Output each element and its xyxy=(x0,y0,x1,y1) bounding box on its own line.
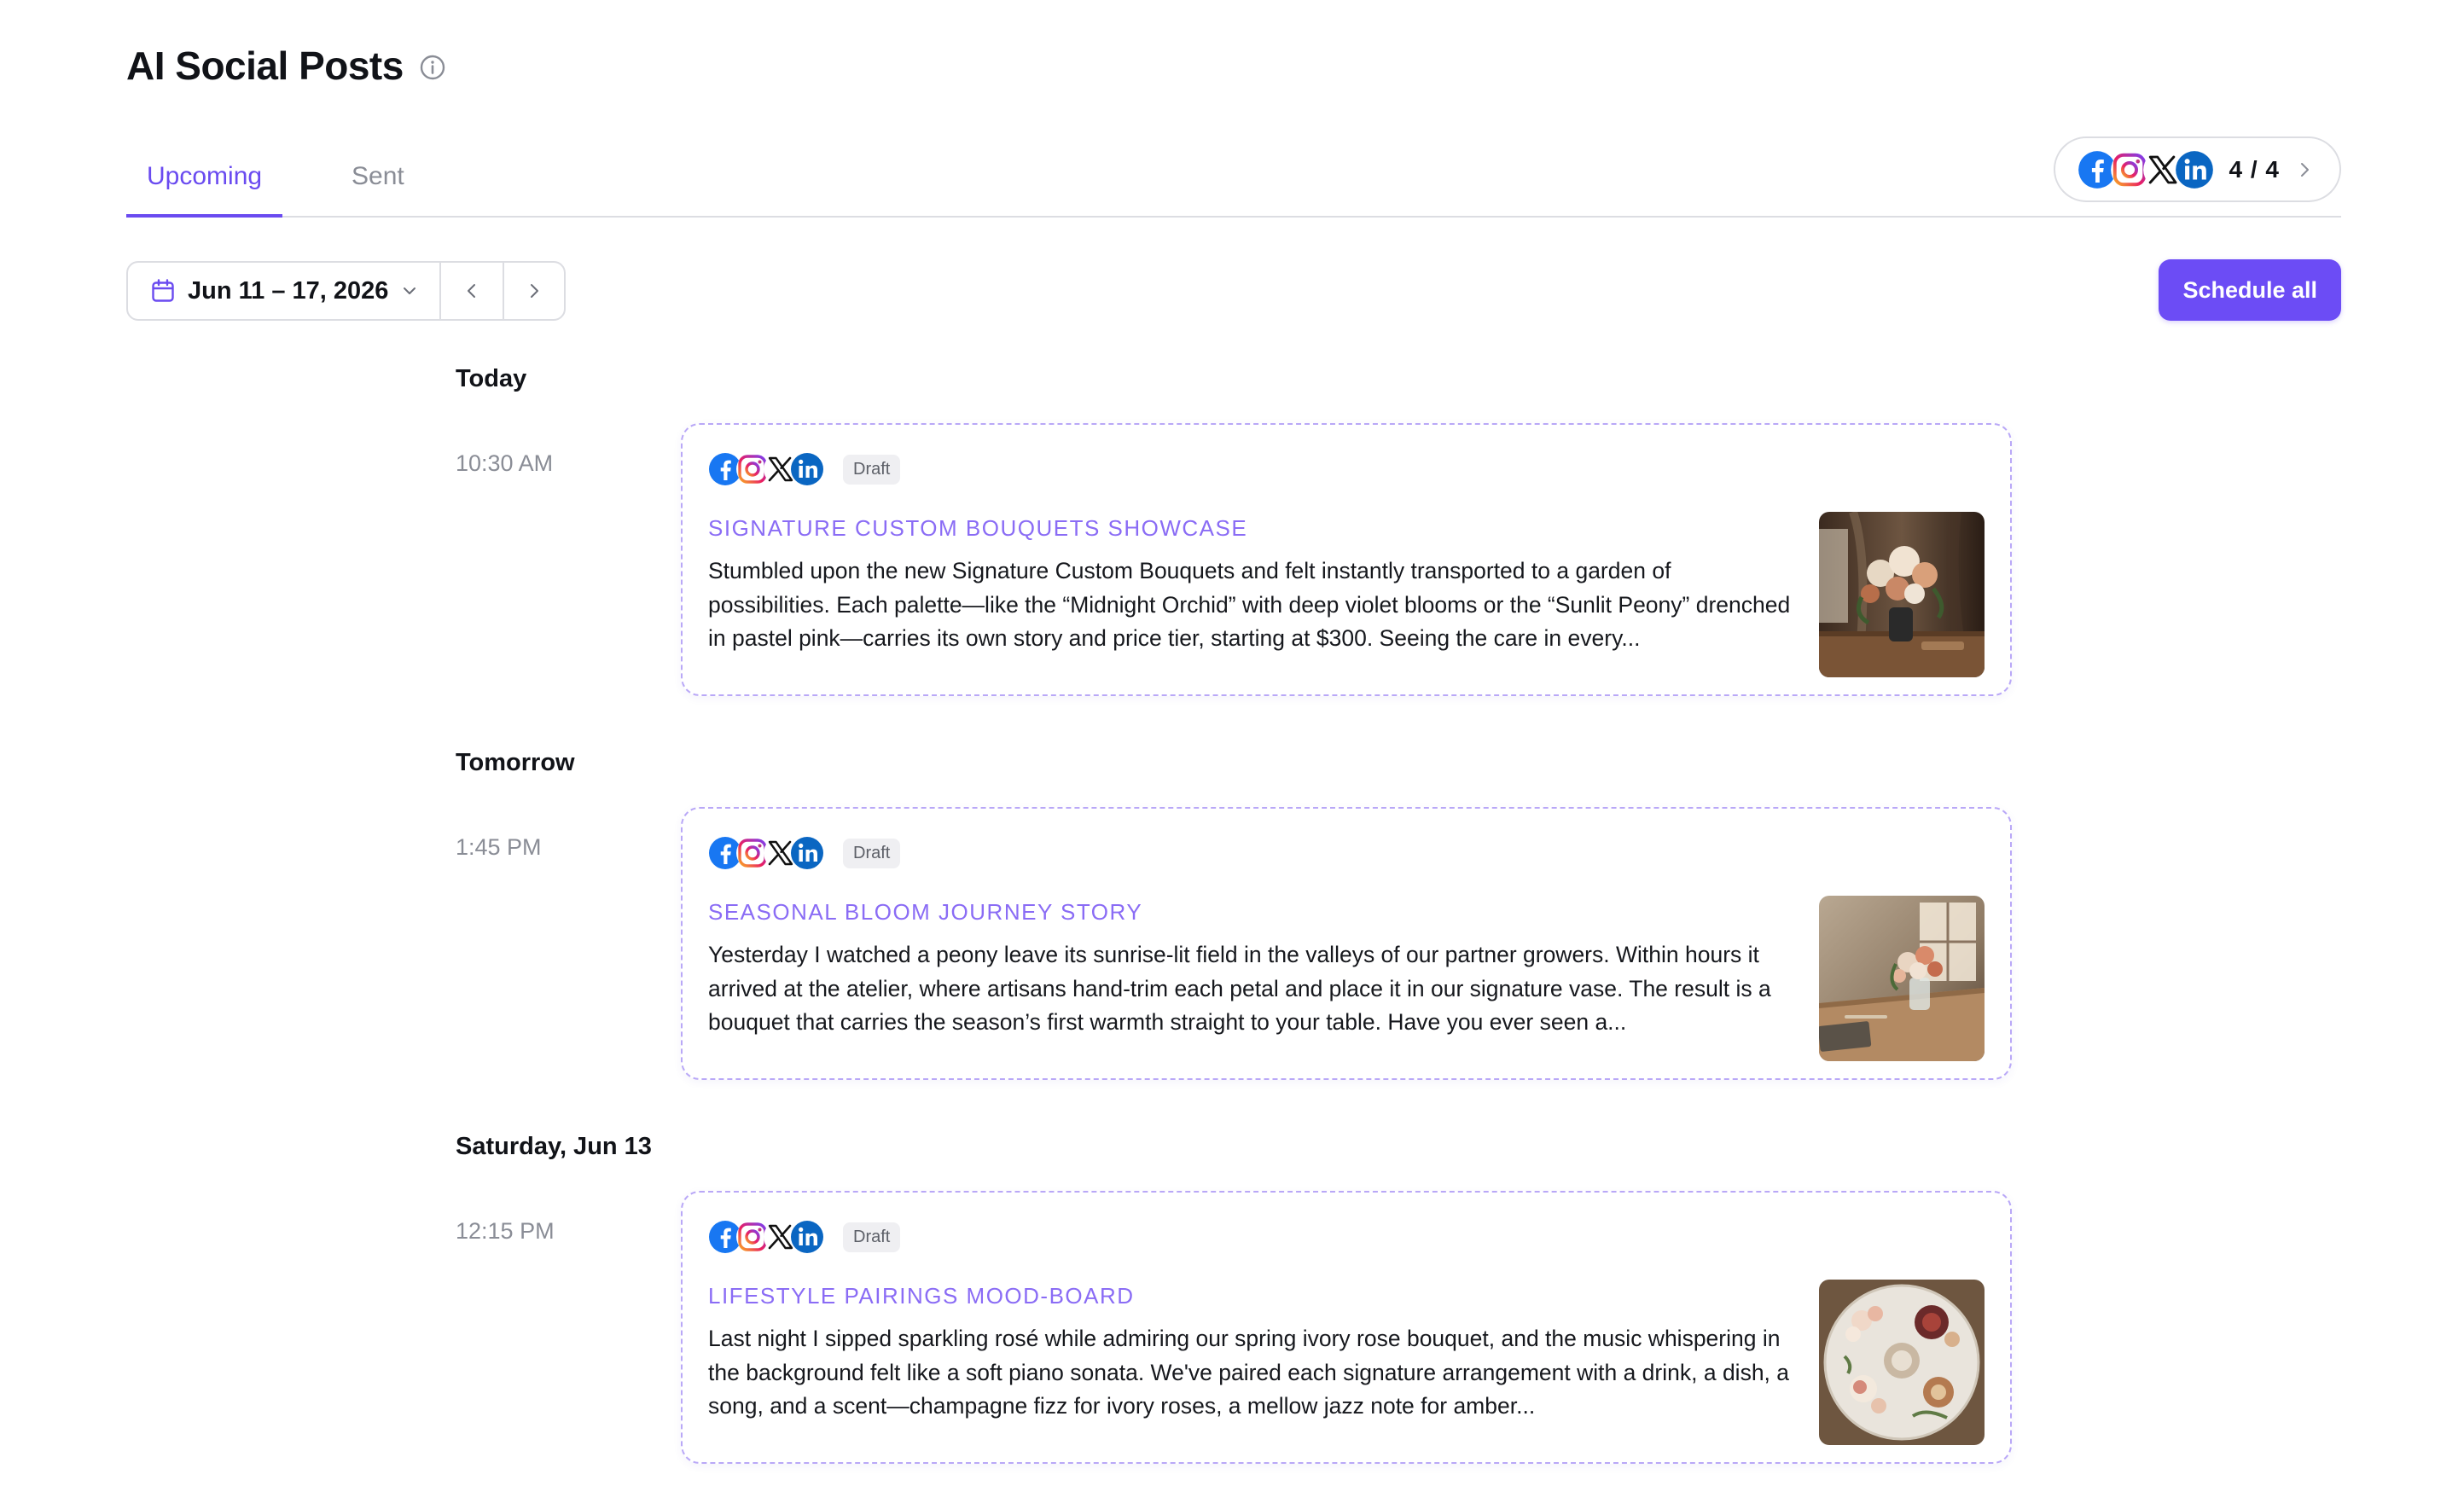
post-channel-icons xyxy=(708,1220,824,1254)
post-card-header: Draft xyxy=(708,452,901,486)
status-badge: Draft xyxy=(843,838,901,868)
channel-icons xyxy=(2078,150,2214,189)
status-badge: Draft xyxy=(843,1222,901,1252)
post-card-header: Draft xyxy=(708,836,901,870)
post-time: 10:30 AM xyxy=(456,450,554,476)
tab-sent[interactable]: Sent xyxy=(331,162,425,216)
day-heading-saturday: Saturday, Jun 13 xyxy=(456,1133,652,1160)
post-thumbnail xyxy=(1819,1280,1985,1445)
post-thumbnail xyxy=(1819,896,1985,1061)
post-body: Stumbled upon the new Signature Custom B… xyxy=(708,558,1791,651)
calendar-icon xyxy=(152,279,174,302)
page-header: AI Social Posts xyxy=(126,43,446,89)
post-card-header: Draft xyxy=(708,1220,901,1254)
info-icon[interactable] xyxy=(419,54,446,81)
post-title: SIGNATURE CUSTOM BOUQUETS SHOWCASE xyxy=(708,515,1248,541)
date-range-picker[interactable]: Jun 11 – 17, 2026 xyxy=(128,263,442,319)
chevron-right-icon xyxy=(2301,162,2309,177)
schedule-all-button[interactable]: Schedule all xyxy=(2159,259,2341,321)
post-card[interactable]: Draft LIFESTYLE PAIRINGS MOOD-BOARD Last… xyxy=(681,1191,2012,1464)
channel-selector[interactable]: 4 / 4 xyxy=(2053,136,2341,202)
chevron-left-icon xyxy=(468,284,476,298)
post-time: 12:15 PM xyxy=(456,1218,555,1244)
day-heading-tomorrow: Tomorrow xyxy=(456,749,575,776)
linkedin-icon xyxy=(790,836,824,870)
status-badge: Draft xyxy=(843,454,901,485)
post-title: LIFESTYLE PAIRINGS MOOD-BOARD xyxy=(708,1283,1135,1309)
post-body: Last night I sipped sparkling rosé while… xyxy=(708,1326,1790,1419)
next-week-button[interactable] xyxy=(503,263,564,319)
post-thumbnail xyxy=(1819,512,1985,677)
post-card[interactable]: Draft SEASONAL BLOOM JOURNEY STORY Yeste… xyxy=(681,807,2012,1080)
tab-upcoming[interactable]: Upcoming xyxy=(126,162,283,218)
post-channel-icons xyxy=(708,452,824,486)
post-channel-icons xyxy=(708,836,824,870)
date-range-label: Jun 11 – 17, 2026 xyxy=(188,276,389,305)
day-heading-today: Today xyxy=(456,365,527,392)
previous-week-button[interactable] xyxy=(441,263,503,319)
page-title: AI Social Posts xyxy=(126,44,404,88)
linkedin-icon xyxy=(790,452,824,486)
chevron-down-icon xyxy=(404,287,416,294)
date-range-controls: Jun 11 – 17, 2026 xyxy=(126,261,567,321)
post-body: Yesterday I watched a peony leave its su… xyxy=(708,942,1771,1035)
chevron-right-icon xyxy=(531,284,539,298)
post-time: 1:45 PM xyxy=(456,834,542,860)
channel-count: 4 / 4 xyxy=(2229,155,2280,183)
linkedin-icon xyxy=(2175,150,2214,189)
post-card[interactable]: Draft SIGNATURE CUSTOM BOUQUETS SHOWCASE… xyxy=(681,423,2012,696)
tab-bar: Upcoming Sent xyxy=(126,154,2341,218)
post-title: SEASONAL BLOOM JOURNEY STORY xyxy=(708,899,1143,925)
linkedin-icon xyxy=(790,1220,824,1254)
